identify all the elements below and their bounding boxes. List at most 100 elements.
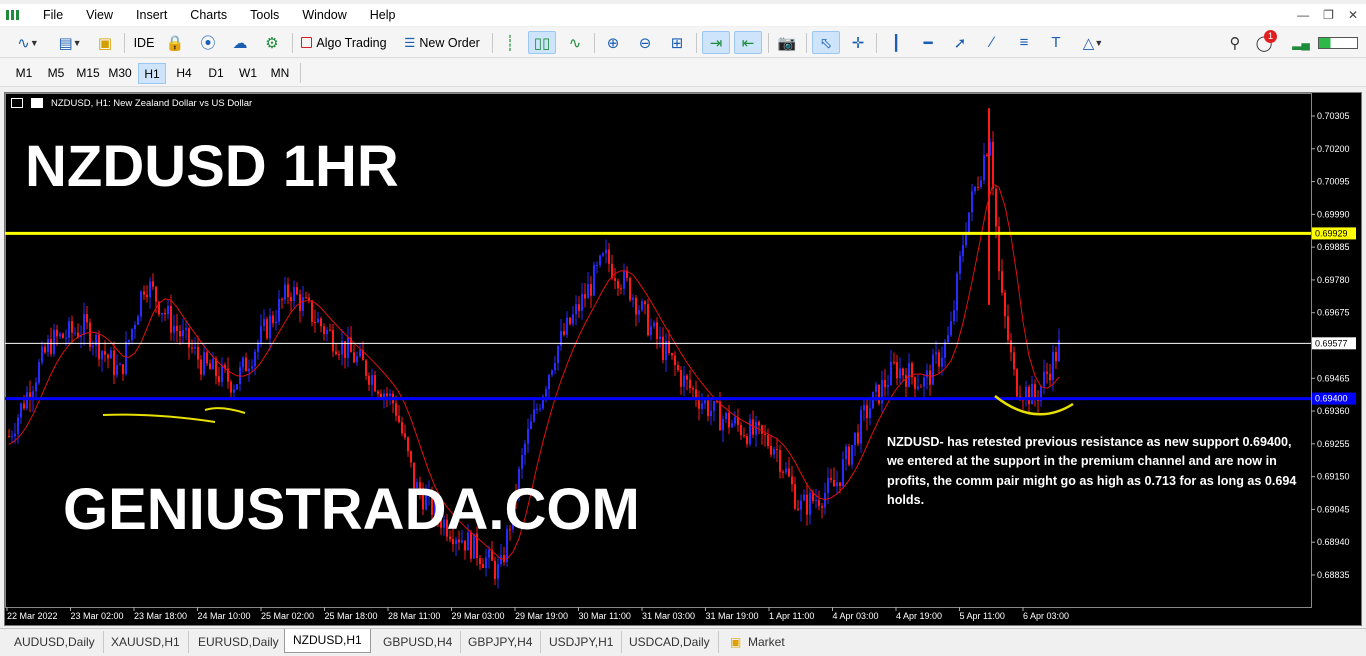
chart-window-icon[interactable] [31,98,43,108]
candle-body [593,265,595,296]
menu-insert[interactable]: Insert [123,4,177,26]
analysis-note: NZDUSD- has retested previous resistance… [887,435,1297,507]
autoscroll-icon[interactable]: ⇥ [702,31,730,54]
shapes-dropdown[interactable]: △ ▼ [1074,31,1112,54]
candle-body [398,415,400,423]
candle-body [149,281,151,297]
lock-icon[interactable]: 🔒 [164,31,186,54]
candle-body [914,377,916,389]
timeframe-m15[interactable]: M15 [73,63,103,84]
horizontal-line-icon[interactable]: ━ [916,31,940,54]
channel-icon[interactable]: ∕ [980,31,1004,54]
timeframe-w1[interactable]: W1 [234,63,262,84]
annotation-underline-left-2 [204,407,246,414]
close-icon[interactable]: ✕ [1348,8,1358,22]
vertical-line-icon[interactable]: ┃ [884,31,908,54]
line-chart-type-icon[interactable]: ∿ [562,31,588,54]
chart-type-dropdown[interactable]: ∿ ▼ [10,31,46,54]
timeframe-h1[interactable]: H1 [138,63,166,84]
candle-body [1034,384,1036,400]
menu-window[interactable]: Window [289,4,356,26]
menu-file[interactable]: File [30,4,73,26]
candle-body [977,186,979,188]
candle-body [599,255,601,266]
zoom-in-icon[interactable]: ⊕ [600,31,626,54]
candle-body [1010,340,1012,353]
tab-usdcad-daily[interactable]: USDCAD,Daily [621,631,719,653]
tab-usdjpy-h1[interactable]: USDJPY,H1 [541,631,623,653]
candle-body [164,313,166,315]
tab-audusd-daily[interactable]: AUDUSD,Daily [6,631,104,653]
price-label: 0.70095 [1317,177,1350,187]
candlestick-chart-icon[interactable]: ▯▯ [528,31,556,54]
menu-view[interactable]: View [73,4,123,26]
price-label: 0.69465 [1317,373,1350,383]
candle-body [389,393,391,396]
search-icon[interactable]: ⚲ [1224,31,1246,54]
candle-body [848,446,850,465]
globe-icon[interactable]: ⚙ [260,31,284,54]
candle-body [230,381,232,393]
tab-nzdusd-h1[interactable]: NZDUSD,H1 [284,629,371,653]
candle-body [17,417,19,434]
menu-help[interactable]: Help [357,4,406,26]
timeframe-m30[interactable]: M30 [105,63,135,84]
timeframe-h4[interactable]: H4 [170,63,198,84]
candle-body [779,450,781,472]
tab-eurusd-daily[interactable]: EURUSD,Daily [190,631,288,653]
candle-body [854,432,856,446]
candle-body [263,319,265,327]
bar-chart-icon[interactable]: ┊ [498,31,522,54]
candle-body [170,305,172,333]
chart-shift-icon[interactable]: ⇤ [734,31,762,54]
tab-gbpusd-h4[interactable]: GBPUSD,H4 [375,631,462,653]
timeframe-mn[interactable]: MN [266,63,294,84]
trendline-icon[interactable]: ➚ [948,31,972,54]
fibonacci-icon[interactable]: ≡ [1012,31,1036,54]
candle-body [884,380,886,388]
algo-trading-button[interactable]: Algo Trading [298,31,390,54]
minimize-icon[interactable]: — [1297,8,1309,22]
candle-body [278,299,280,322]
timeframe-m5[interactable]: M5 [42,63,70,84]
market-icon[interactable]: ▣ [94,31,116,54]
candle-body [794,484,796,509]
template-icon: ▤ [58,34,73,52]
tile-windows-icon[interactable]: ⊞ [664,31,690,54]
candle-body [353,352,355,363]
candle-body [245,357,247,372]
timeframe-d1[interactable]: D1 [202,63,230,84]
candle-body [1055,351,1057,362]
ide-button[interactable]: IDE [130,31,158,54]
text-icon[interactable]: T [1044,31,1068,54]
notifications-icon[interactable]: ◯ 1 [1252,30,1277,54]
candle-body [821,506,823,508]
candle-body [536,408,538,410]
candle-body [725,412,727,420]
zoom-out-icon[interactable]: ⊖ [632,31,658,54]
cursor-icon[interactable]: ⬁ [812,31,840,54]
candle-body [926,370,928,378]
candle-body [47,339,49,353]
restore-icon[interactable]: ❐ [1323,8,1334,22]
signal-icon[interactable]: ⦿ [196,31,220,54]
tab-market[interactable]: ▣ Market [722,631,793,653]
chart-menu-icon[interactable] [11,98,23,108]
new-order-button[interactable]: ☰ New Order [400,31,484,54]
candle-body [671,353,673,356]
candle-body [722,419,724,431]
timeframe-toolbar: M1 M5 M15 M30 H1 H4 D1 W1 MN [0,59,1366,87]
candle-body [146,294,148,297]
templates-dropdown[interactable]: ▤ ▼ [52,31,88,54]
cloud-icon[interactable]: ☁ [228,31,252,54]
timeframe-m1[interactable]: M1 [10,63,38,84]
menu-charts[interactable]: Charts [177,4,237,26]
candle-body [680,370,682,387]
screenshot-icon[interactable]: 📷 [774,31,800,54]
tab-xauusd-h1[interactable]: XAUUSD,H1 [103,631,189,653]
candle-body [236,384,238,390]
price-chart[interactable]: 0.70305 0.70200 0.70095 0.69990 0.69885 0.697… [4,92,1362,626]
menu-tools[interactable]: Tools [237,4,289,26]
tab-gbpjpy-h4[interactable]: GBPJPY,H4 [460,631,542,653]
crosshair-icon[interactable]: ✛ [846,31,870,54]
